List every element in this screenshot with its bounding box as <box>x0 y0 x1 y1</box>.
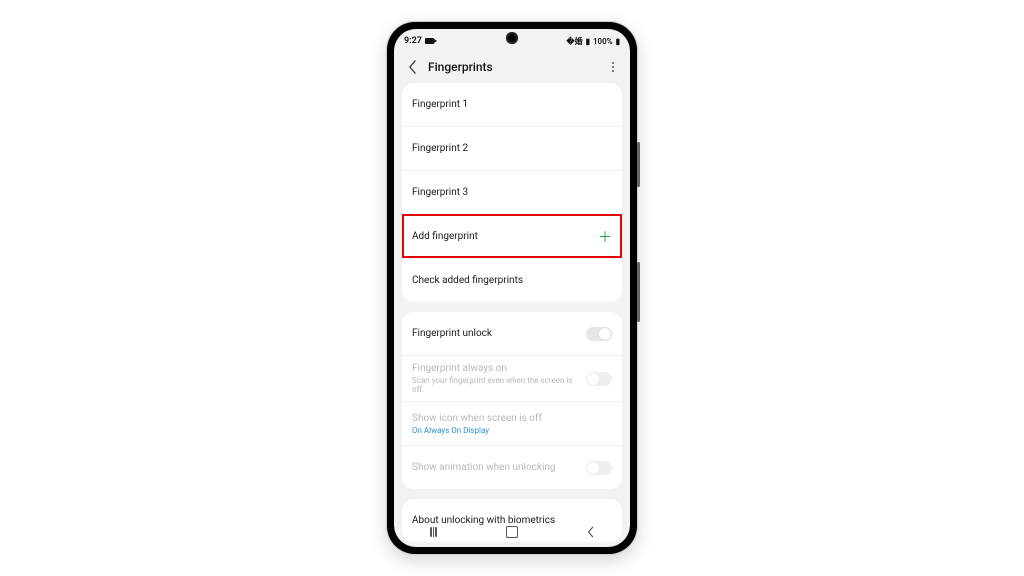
always-on-toggle <box>586 372 612 386</box>
show-icon-row: Show icon when screen is off On Always O… <box>402 401 622 445</box>
show-animation-row: Show animation when unlocking <box>402 445 622 489</box>
video-icon <box>425 38 434 44</box>
chevron-left-icon <box>408 60 417 74</box>
plus-icon: ＋ <box>598 227 612 247</box>
android-nav-bar <box>394 517 630 547</box>
page-title: Fingerprints <box>428 60 606 74</box>
side-button-power <box>637 262 640 322</box>
back-button[interactable] <box>404 60 420 74</box>
fingerprint-item-2[interactable]: Fingerprint 2 <box>402 126 622 170</box>
fingerprint-item-3[interactable]: Fingerprint 3 <box>402 170 622 214</box>
content-area: Fingerprint 1 Fingerprint 2 Fingerprint … <box>394 83 630 547</box>
fingerprint-always-on-row: Fingerprint always on Scan your fingerpr… <box>402 355 622 401</box>
phone-screen: 9:27 �婚 ▮ 100% ▮ Fingerprints <box>394 29 630 547</box>
home-icon <box>506 526 518 538</box>
status-time: 9:27 <box>404 36 422 46</box>
fingerprints-card: Fingerprint 1 Fingerprint 2 Fingerprint … <box>402 83 622 302</box>
recents-icon <box>430 527 437 537</box>
fingerprint-item-1[interactable]: Fingerprint 1 <box>402 83 622 126</box>
phone-frame: 9:27 �婚 ▮ 100% ▮ Fingerprints <box>387 22 637 554</box>
nav-recents-button[interactable] <box>394 527 472 537</box>
battery-icon: ▮ <box>616 37 620 46</box>
status-battery: 100% <box>593 37 613 46</box>
nav-home-button[interactable] <box>473 526 551 538</box>
add-fingerprint-button[interactable]: Add fingerprint ＋ <box>402 214 622 258</box>
wifi-icon: �婚 <box>566 36 582 47</box>
check-fingerprints-button[interactable]: Check added fingerprints <box>402 258 622 302</box>
app-header: Fingerprints <box>394 51 630 83</box>
signal-icon: ▮ <box>586 37 590 46</box>
fingerprint-unlock-row[interactable]: Fingerprint unlock <box>402 312 622 355</box>
show-animation-toggle <box>586 461 612 475</box>
nav-back-button[interactable] <box>552 523 630 542</box>
fingerprint-unlock-toggle[interactable] <box>586 327 612 341</box>
front-camera <box>506 32 518 44</box>
back-icon <box>587 526 595 538</box>
more-menu-button[interactable] <box>606 62 620 72</box>
side-button-volume <box>637 142 640 187</box>
unlock-settings-card: Fingerprint unlock Fingerprint always on… <box>402 312 622 489</box>
